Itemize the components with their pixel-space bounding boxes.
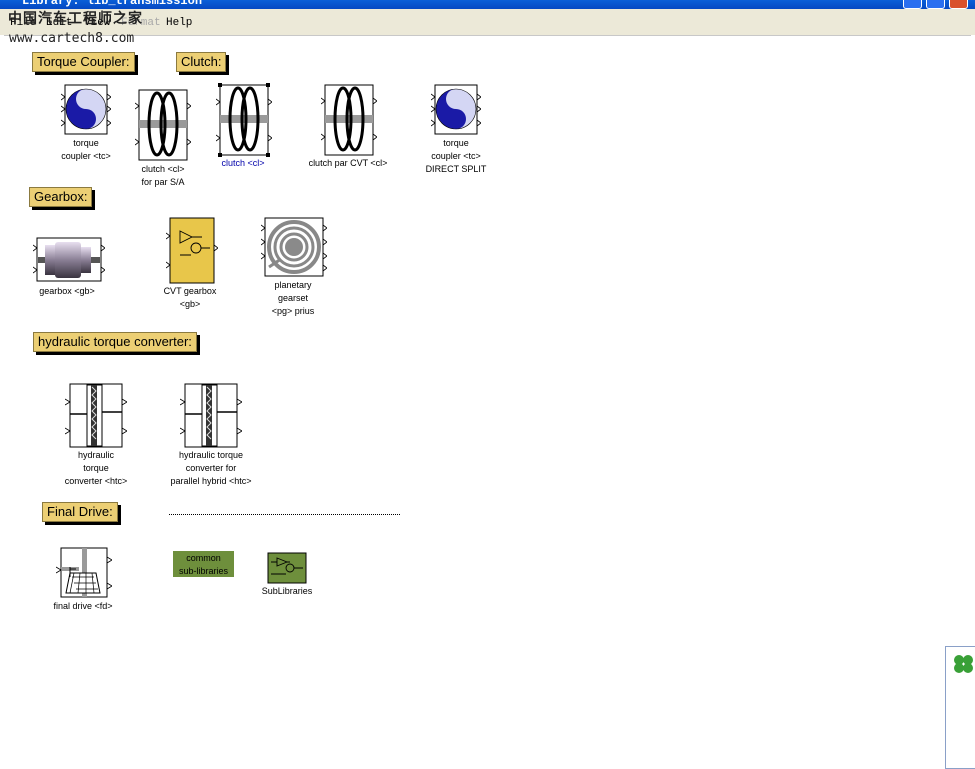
watermark-cn: 中国汽车工程师之家 <box>8 11 143 27</box>
final-drive-block[interactable] <box>56 547 112 599</box>
common-sublibraries-label: common sub-libraries <box>178 553 229 576</box>
minimize-button[interactable] <box>903 0 922 9</box>
htc-parallel-label: hydraulic torque converter for parallel … <box>170 450 252 486</box>
torque-coupler-icon <box>435 88 477 130</box>
maximize-button[interactable] <box>926 0 945 9</box>
cvt-gearbox-block[interactable] <box>166 217 218 285</box>
header-gearbox: Gearbox: <box>29 187 93 207</box>
htc-block[interactable] <box>65 383 127 449</box>
clutch-par-cvt-label: clutch par CVT <cl> <box>308 158 388 168</box>
gearbox-block[interactable] <box>33 237 105 283</box>
planetary-gear-icon <box>267 220 321 274</box>
side-widget[interactable] <box>945 646 975 769</box>
clover-icon <box>954 655 973 673</box>
cvt-gearbox-label: CVT gearbox <gb> <box>163 286 217 309</box>
torque-coupler-label: torque coupler <tc> <box>61 138 111 161</box>
torque-coupler-block[interactable] <box>61 84 111 136</box>
torque-coupler-direct-label: torque coupler <tc> DIRECT SPLIT <box>425 138 487 174</box>
menu-help[interactable]: Help <box>166 17 192 29</box>
final-drive-label: final drive <fd> <box>53 601 113 611</box>
watermark-url: www.cartech8.com <box>9 31 135 46</box>
window-titlebar[interactable]: Library: lib_transmission <box>0 0 975 9</box>
planetary-gearset-block[interactable] <box>261 217 327 278</box>
header-htc: hydraulic torque converter: <box>33 332 197 352</box>
header-final-drive: Final Drive: <box>42 502 118 522</box>
gearbox-label: gearbox <gb> <box>39 286 95 296</box>
planetary-gearset-label: planetary gearset <pg> prius <box>271 280 315 316</box>
clutch-par-cvt-block[interactable] <box>321 84 377 157</box>
close-button[interactable] <box>949 0 968 9</box>
sublibraries-label: SubLibraries <box>261 586 313 596</box>
header-torque-coupler: Torque Coupler: <box>32 52 135 72</box>
separator-line <box>169 514 400 515</box>
clutch-par-sa-block[interactable] <box>135 89 191 161</box>
menubar: File Edit View Format Help <box>0 9 975 35</box>
htc-label: hydraulic torque converter <htc> <box>64 450 128 486</box>
clutch-par-sa-label: clutch <cl> for par S/A <box>141 164 185 187</box>
common-sublibraries-block[interactable]: common sub-libraries <box>173 551 234 577</box>
torque-coupler-direct-block[interactable] <box>431 84 481 136</box>
gearbox-icon <box>38 242 100 278</box>
sublibraries-block[interactable] <box>267 552 307 584</box>
header-clutch: Clutch: <box>176 52 227 72</box>
htc-parallel-block[interactable] <box>180 383 242 449</box>
clutch-block-selected[interactable] <box>216 83 272 158</box>
window-title: Library: lib_transmission <box>22 0 203 8</box>
torque-coupler-icon <box>65 88 107 130</box>
clutch-label: clutch <cl> <box>221 158 265 168</box>
